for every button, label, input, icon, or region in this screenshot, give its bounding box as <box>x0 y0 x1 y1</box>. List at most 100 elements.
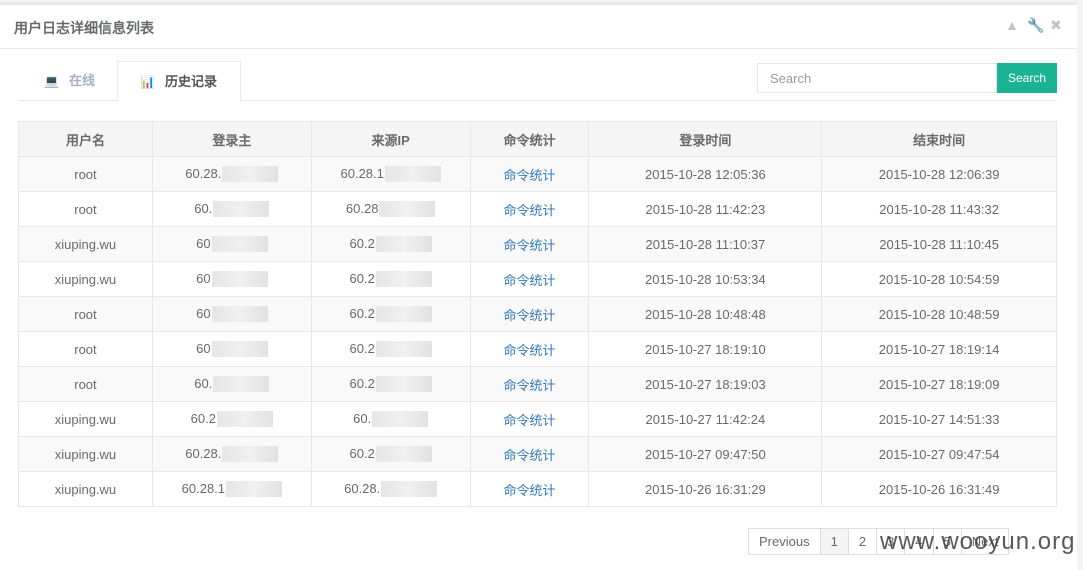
cell-ip-text: 60.2 <box>349 305 375 321</box>
search-button[interactable]: Search <box>997 63 1057 93</box>
cmd-stats-link[interactable]: 命令统计 <box>504 448 556 463</box>
cell-host-text: 60.2 <box>190 410 216 426</box>
wrench-icon[interactable]: 🔧 <box>1027 17 1044 34</box>
col-end[interactable]: 结束时间 <box>821 121 1057 157</box>
col-start[interactable]: 登录时间 <box>588 121 823 157</box>
panel-title: 用户日志详细信息列表 <box>14 20 154 36</box>
cell-start: 2015-10-28 12:05:36 <box>588 156 823 192</box>
cmd-stats-link[interactable]: 命令统计 <box>504 378 556 393</box>
cmd-stats-link[interactable]: 命令统计 <box>504 483 556 498</box>
table-row: root 60. 60.2 命令统计 2015-10-27 18:19:03 2015-1… <box>18 366 1057 402</box>
cell-start: 2015-10-27 18:19:03 <box>588 366 823 402</box>
cell-ip: 60. <box>310 401 471 437</box>
cell-user: root <box>18 296 153 332</box>
cell-start-text: 2015-10-27 11:42:24 <box>645 411 766 427</box>
cell-ip: 60.2 <box>310 366 471 402</box>
table-row: xiuping.wu 60 60.2 命令统计 2015-10-28 11:10:37 2… <box>18 226 1057 262</box>
cell-host: 60.28. <box>151 436 312 472</box>
cell-ip: 60.2 <box>310 436 471 472</box>
cell-start: 2015-10-28 10:48:48 <box>588 296 823 332</box>
laptop-icon: 💻 <box>44 74 59 88</box>
cell-host-text: 60.28.1 <box>181 480 226 496</box>
cell-start: 2015-10-27 09:47:50 <box>588 436 823 472</box>
cell-cmd: 命令统计 <box>469 296 590 332</box>
cmd-stats-link[interactable]: 命令统计 <box>504 168 556 183</box>
close-icon[interactable]: ✖ <box>1049 17 1063 34</box>
cell-end-text: 2015-10-27 09:47:54 <box>878 446 1000 462</box>
cell-end-text: 2015-10-27 18:19:09 <box>878 376 1000 392</box>
cell-ip: 60.2 <box>310 331 471 367</box>
cell-cmd: 命令统计 <box>469 436 590 472</box>
redacted-mask <box>381 481 438 498</box>
cell-start: 2015-10-28 11:42:23 <box>588 191 823 227</box>
cell-host-text: 60 <box>196 270 211 286</box>
table-row: xiuping.wu 60 60.2 命令统计 2015-10-28 10:53:34 2… <box>18 261 1057 297</box>
cell-start-text: 2015-10-28 10:48:48 <box>644 306 766 322</box>
cell-user-text: root <box>74 201 97 217</box>
cell-user: xiuping.wu <box>18 401 153 437</box>
cell-end-text: 2015-10-28 11:43:32 <box>879 201 999 217</box>
cell-user: root <box>18 366 153 402</box>
redacted-mask <box>216 411 273 428</box>
table-row: root 60 60.2 命令统计 2015-10-27 18:19:10 2015-10… <box>18 331 1057 367</box>
cell-cmd: 命令统计 <box>469 191 590 227</box>
search-input[interactable] <box>757 63 997 93</box>
cell-host-text: 60. <box>194 375 213 391</box>
redacted-mask <box>379 201 436 218</box>
col-user[interactable]: 用户名 <box>18 121 153 157</box>
cell-ip-text: 60.2 <box>349 340 375 356</box>
cell-ip: 60.28.1 <box>310 156 471 192</box>
cell-cmd: 命令统计 <box>469 226 590 262</box>
panel-header: 用户日志详细信息列表 ▲ 🔧 ✖ <box>0 5 1077 49</box>
search-group: Search <box>757 63 1057 93</box>
cell-user: xiuping.wu <box>18 436 153 472</box>
cell-start-text: 2015-10-28 10:53:34 <box>644 271 766 287</box>
tab-history-label: 历史记录 <box>164 74 217 89</box>
cmd-stats-link[interactable]: 命令统计 <box>504 203 556 218</box>
tab-history[interactable]: 📊 历史记录 <box>117 61 241 102</box>
panel-tools: ▲ 🔧 ✖ <box>1005 17 1063 34</box>
cmd-stats-link[interactable]: 命令统计 <box>504 238 556 253</box>
redacted-mask <box>213 376 270 393</box>
previous-button[interactable]: Previous <box>748 528 821 555</box>
page-2-button[interactable]: 2 <box>847 528 878 555</box>
cell-cmd: 命令统计 <box>469 366 590 402</box>
col-host[interactable]: 登录主 <box>151 121 312 157</box>
cell-ip-text: 60.2 <box>349 375 375 391</box>
redacted-mask <box>372 411 429 428</box>
cmd-stats-link[interactable]: 命令统计 <box>504 343 556 358</box>
cell-end: 2015-10-28 10:48:59 <box>821 296 1057 332</box>
cell-end: 2015-10-28 12:06:39 <box>821 156 1057 192</box>
cell-user-text: xiuping.wu <box>54 411 117 427</box>
cell-user-text: xiuping.wu <box>54 481 117 497</box>
redacted-mask <box>222 166 279 183</box>
cell-start-text: 2015-10-27 18:19:03 <box>644 376 766 392</box>
cell-ip: 60.28. <box>310 471 471 507</box>
cell-host: 60 <box>151 296 312 332</box>
cell-start: 2015-10-28 11:10:37 <box>588 226 823 262</box>
page-1-button[interactable]: 1 <box>819 528 849 555</box>
cell-end: 2015-10-26 16:31:49 <box>821 471 1057 507</box>
cell-user-text: root <box>74 166 97 182</box>
chevron-up-icon[interactable]: ▲ <box>1005 17 1019 34</box>
cmd-stats-link[interactable]: 命令统计 <box>504 413 556 428</box>
cell-end: 2015-10-28 11:43:32 <box>821 191 1057 227</box>
cell-host-text: 60.28. <box>185 165 222 181</box>
cell-ip-text: 60.28. <box>344 480 381 496</box>
cell-start-text: 2015-10-28 11:10:37 <box>645 236 766 252</box>
tab-online[interactable]: 💻 在线 <box>22 61 117 101</box>
watermark: www.wooyun.org <box>880 528 1076 555</box>
cell-host-text: 60.28. <box>185 445 222 461</box>
cmd-stats-link[interactable]: 命令统计 <box>504 273 556 288</box>
cmd-stats-link[interactable]: 命令统计 <box>504 308 556 323</box>
col-cmd[interactable]: 命令统计 <box>469 121 590 157</box>
cell-host: 60.28. <box>151 156 312 192</box>
col-ip[interactable]: 来源IP <box>310 121 471 157</box>
tab-online-label: 在线 <box>68 73 95 88</box>
cell-end-text: 2015-10-27 18:19:14 <box>878 341 1000 357</box>
cell-host: 60. <box>151 191 312 227</box>
cell-start: 2015-10-28 10:53:34 <box>588 261 823 297</box>
cell-start: 2015-10-27 11:42:24 <box>588 401 823 437</box>
cell-host: 60.2 <box>151 401 312 437</box>
cell-start-text: 2015-10-27 18:19:10 <box>644 341 766 357</box>
